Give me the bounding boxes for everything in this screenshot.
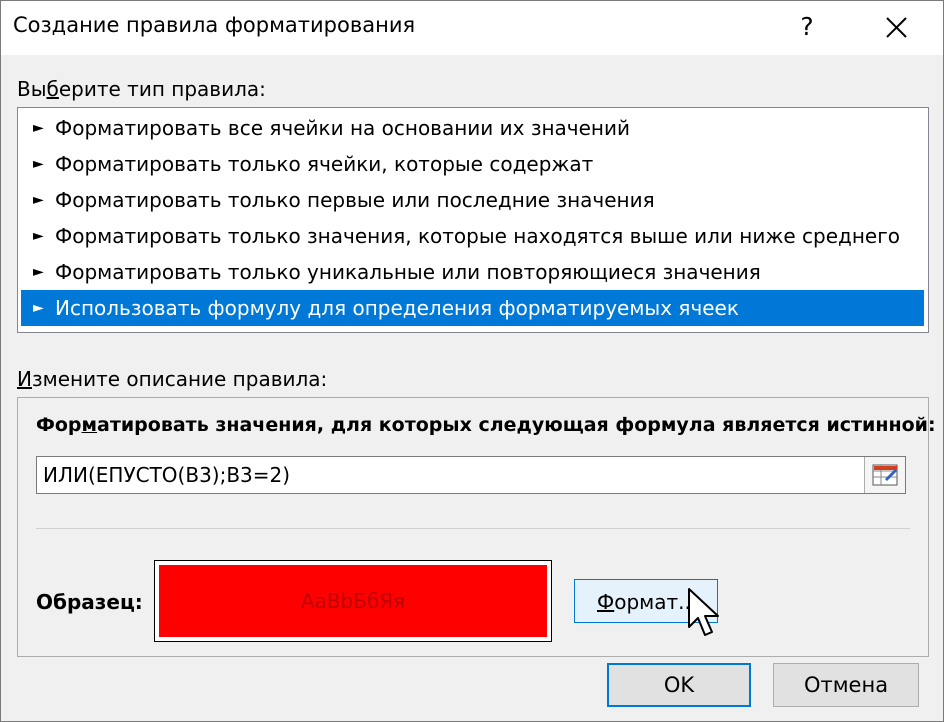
list-item[interactable]: ► Форматировать только ячейки, которые со…: [21, 146, 924, 182]
list-item[interactable]: ► Форматировать только уникальные или пов…: [21, 254, 924, 290]
rule-type-label: Выберите тип правила:: [17, 77, 266, 101]
arrow-right-icon: ►: [33, 300, 44, 316]
arrow-right-icon: ►: [33, 228, 44, 244]
range-select-icon: [872, 464, 898, 486]
rule-type-list[interactable]: ► Форматировать все ячейки на основании и…: [17, 107, 929, 333]
preview-text: AaBbБбЯя: [300, 589, 406, 613]
cancel-button[interactable]: Отмена: [773, 663, 919, 707]
formula-label: Форматировать значения, для которых след…: [36, 414, 936, 436]
arrow-right-icon: ►: [33, 120, 44, 136]
ok-button[interactable]: OK: [607, 663, 751, 707]
close-button[interactable]: [871, 5, 921, 49]
description-label: Измените описание правила:: [17, 367, 328, 391]
arrow-right-icon: ►: [33, 156, 44, 172]
arrow-right-icon: ►: [33, 192, 44, 208]
list-item-selected[interactable]: ► Использовать формулу для определения фо…: [21, 290, 924, 326]
formula-input[interactable]: ИЛИ(ЕПУСТО(B3);B3=2): [36, 456, 906, 494]
rule-description-panel: Форматировать значения, для которых след…: [17, 397, 936, 657]
list-item[interactable]: ► Форматировать все ячейки на основании и…: [21, 110, 924, 146]
mouse-cursor-icon: [688, 588, 719, 636]
preview-label: Образец:: [36, 590, 143, 614]
conditional-format-dialog: Создание правила форматирования ? Выбери…: [0, 0, 944, 722]
help-button[interactable]: ?: [787, 7, 827, 47]
close-icon: [886, 17, 907, 38]
dialog-title: Создание правила форматирования: [13, 13, 416, 37]
list-item[interactable]: ► Форматировать только значения, которые …: [21, 218, 924, 254]
preview-frame: AaBbБбЯя: [154, 560, 552, 642]
separator: [36, 528, 910, 529]
preview-swatch: AaBbБбЯя: [159, 565, 547, 637]
list-item[interactable]: ► Форматировать только первые или последн…: [21, 182, 924, 218]
title-bar: Создание правила форматирования ?: [1, 1, 943, 55]
formula-value[interactable]: ИЛИ(ЕПУСТО(B3);B3=2): [43, 463, 290, 487]
range-select-button[interactable]: [864, 457, 905, 493]
arrow-right-icon: ►: [33, 264, 44, 280]
